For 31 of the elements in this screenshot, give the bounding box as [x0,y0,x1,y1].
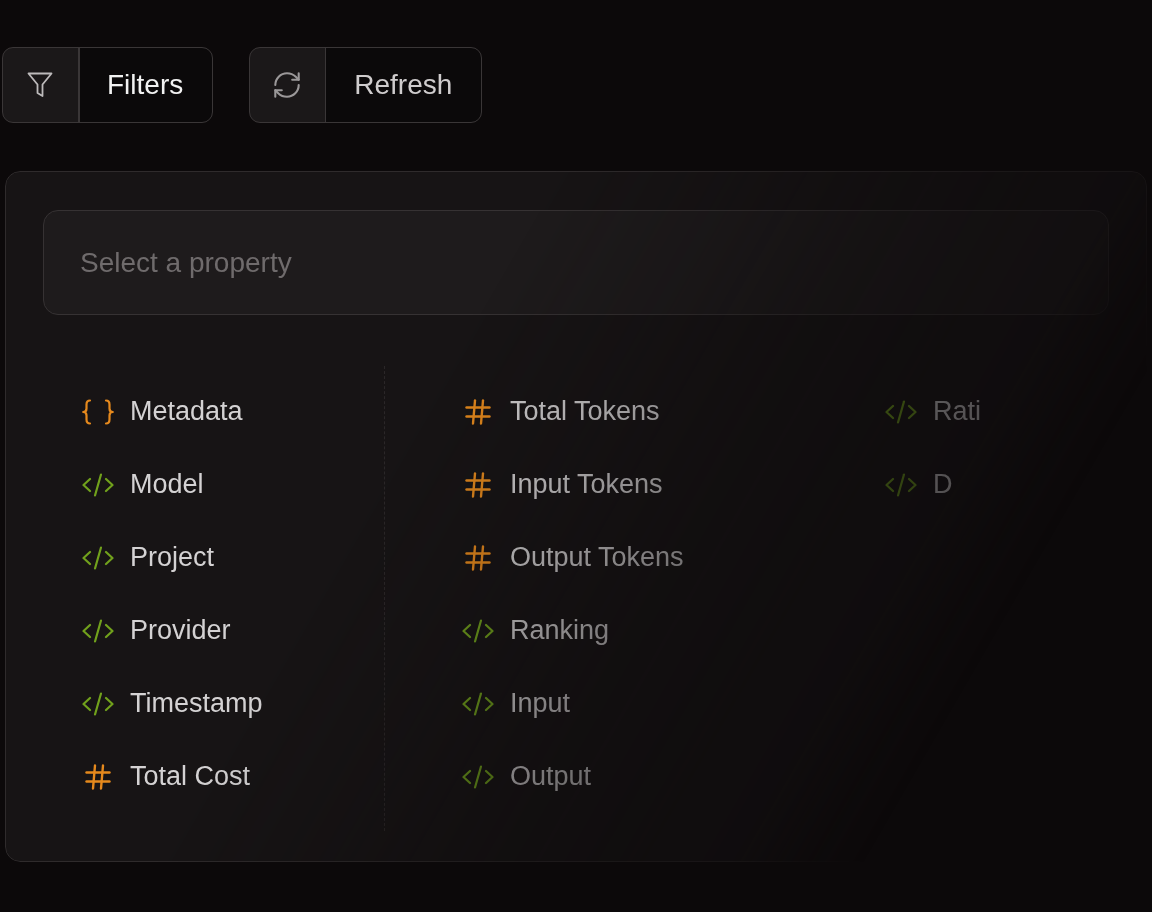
refresh-button[interactable]: Refresh [249,47,483,123]
code-icon [82,472,114,497]
property-option[interactable]: Output [462,740,592,813]
code-icon [82,618,114,643]
code-icon [82,691,114,716]
code-icon [82,545,114,570]
code-icon [462,764,494,789]
filters-button[interactable]: Filters [2,47,214,123]
property-option[interactable]: Metadata [82,375,243,448]
property-option[interactable]: Timestamp [82,667,263,740]
code-icon [885,399,917,424]
code-icon [462,691,494,716]
hash-icon [465,471,491,498]
property-option[interactable]: Total Tokens [462,375,660,448]
property-option[interactable]: Total Cost [82,740,251,813]
code-icon [462,618,494,643]
hash-icon [465,544,491,571]
property-option[interactable]: Ranking [462,594,610,667]
hash-icon [465,398,491,425]
braces-icon [82,398,114,425]
property-option[interactable]: Output Tokens [462,521,684,594]
property-option[interactable]: Project [82,521,215,594]
property-option[interactable]: Model [82,448,204,521]
refresh-icon [274,72,301,98]
code-icon [885,472,917,497]
property-option[interactable]: Provider [82,594,231,667]
hash-icon [85,763,111,790]
filter-icon [27,72,53,98]
property-option[interactable]: Input Tokens [462,448,663,521]
property-search-field[interactable]: Select a property [43,210,1109,315]
property-option[interactable]: Input [462,667,571,740]
